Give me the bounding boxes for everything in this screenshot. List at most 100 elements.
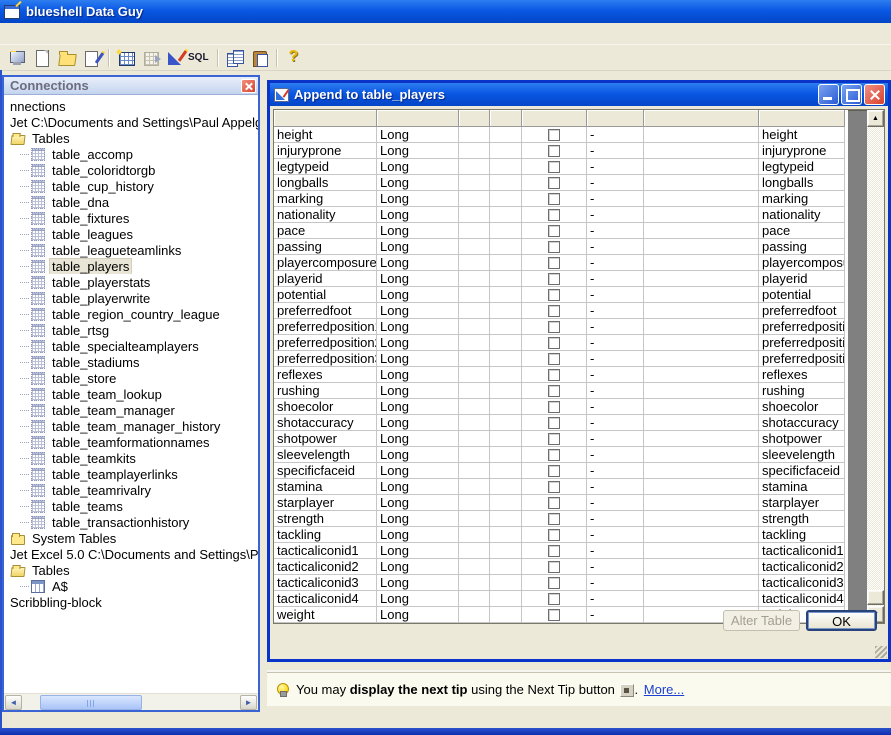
tree-item[interactable]: table_teamplayerlinks [4,466,258,482]
tree-item[interactable]: table_fixtures [4,210,258,226]
table-row[interactable]: preferredfoot Long - preferredfoot [274,303,848,319]
table-row[interactable]: potential Long - potential [274,287,848,303]
panel-close-icon[interactable] [241,79,256,93]
grid-column-header[interactable] [522,110,587,127]
table-row[interactable]: shotpower Long - shotpower [274,431,848,447]
nullable-checkbox[interactable] [548,545,560,557]
table-row[interactable]: sleevelength Long - sleevelength [274,447,848,463]
nullable-checkbox[interactable] [548,209,560,221]
tree-item[interactable]: table_teamformationnames [4,434,258,450]
horizontal-scrollbar-thumb[interactable] [40,695,142,710]
table-row[interactable]: tacticaliconid2 Long - tacticaliconid2 [274,559,848,575]
more-link[interactable]: More... [644,682,684,697]
tree-item[interactable]: table_teams [4,498,258,514]
nullable-checkbox[interactable] [548,289,560,301]
table-row[interactable]: tacticaliconid1 Long - tacticaliconid1 [274,543,848,559]
menu-item[interactable] [84,32,100,36]
table-row[interactable]: rushing Long - rushing [274,383,848,399]
grid-column-header[interactable] [759,110,845,127]
tree-item[interactable]: table_cup_history [4,178,258,194]
table-row[interactable]: preferredposition3 Long - preferredposit… [274,351,848,367]
toolbar-button[interactable] [272,47,281,69]
table-row[interactable]: preferredposition2 Long - preferredposit… [274,335,848,351]
nullable-checkbox[interactable] [548,577,560,589]
tree-item[interactable]: table_leagues [4,226,258,242]
toolbar-button[interactable] [104,47,113,69]
vertical-scrollbar[interactable]: ▲ ▼ [867,110,884,623]
table-row[interactable]: height Long - height [274,127,848,143]
tree-item[interactable]: Tables [4,562,258,578]
table-row[interactable]: nationality Long - nationality [274,207,848,223]
menu-item[interactable] [20,32,36,36]
table-row[interactable]: stamina Long - stamina [274,479,848,495]
table-row[interactable]: specificfaceid Long - specificfaceid [274,463,848,479]
resize-grip[interactable] [875,646,887,658]
toolbar-button[interactable] [163,47,188,69]
table-row[interactable]: tackling Long - tackling [274,527,848,543]
next-tip-mini-button[interactable] [620,684,634,697]
nullable-checkbox[interactable] [548,337,560,349]
tree-item[interactable]: Scribbling-block [4,594,258,610]
tree-item[interactable]: table_teamkits [4,450,258,466]
grid-column-header[interactable] [644,110,759,127]
grid-column-header[interactable] [459,110,490,127]
menu-item[interactable] [4,32,20,36]
tree-item[interactable]: table_stadiums [4,354,258,370]
toolbar-button[interactable] [29,47,54,69]
nullable-checkbox[interactable] [548,177,560,189]
close-button[interactable] [864,84,885,105]
grid-column-header[interactable] [274,110,377,127]
menu-item[interactable] [36,32,52,36]
tree-item[interactable]: Jet Excel 5.0 C:\Documents and Settings\… [4,546,258,562]
nullable-checkbox[interactable] [548,513,560,525]
nullable-checkbox[interactable] [548,529,560,541]
nullable-checkbox[interactable] [548,161,560,173]
table-row[interactable]: reflexes Long - reflexes [274,367,848,383]
tree-item[interactable]: table_specialteamplayers [4,338,258,354]
toolbar-button[interactable] [188,47,213,69]
grid-column-header[interactable] [490,110,522,127]
tree-item[interactable]: table_players [4,258,258,274]
nullable-checkbox[interactable] [548,353,560,365]
ok-button[interactable]: OK [806,610,877,631]
tree-item[interactable]: table_rtsg [4,322,258,338]
toolbar-button[interactable] [213,47,222,69]
tree-item[interactable]: table_team_manager_history [4,418,258,434]
nullable-checkbox[interactable] [548,145,560,157]
nullable-checkbox[interactable] [548,497,560,509]
table-row[interactable]: passing Long - passing [274,239,848,255]
table-row[interactable]: shoecolor Long - shoecolor [274,399,848,415]
tree-item[interactable]: table_playerwrite [4,290,258,306]
table-row[interactable]: legtypeid Long - legtypeid [274,159,848,175]
table-row[interactable]: playercomposure Long - playercomposure [274,255,848,271]
minimize-button[interactable] [818,84,839,105]
table-row[interactable]: strength Long - strength [274,511,848,527]
nullable-checkbox[interactable] [548,369,560,381]
toolbar-button[interactable] [247,47,272,69]
menu-item[interactable] [52,32,68,36]
nullable-checkbox[interactable] [548,241,560,253]
tree-item[interactable]: Jet C:\Documents and Settings\Paul Appel… [4,114,258,130]
nullable-checkbox[interactable] [548,417,560,429]
nullable-checkbox[interactable] [548,193,560,205]
tree-item[interactable]: table_team_lookup [4,386,258,402]
tree-item[interactable]: nnections [4,98,258,114]
nullable-checkbox[interactable] [548,561,560,573]
tree-item[interactable]: table_store [4,370,258,386]
nullable-checkbox[interactable] [548,609,560,621]
nullable-checkbox[interactable] [548,449,560,461]
toolbar-button[interactable] [138,47,163,69]
tree-item[interactable]: table_team_manager [4,402,258,418]
table-row[interactable]: tacticaliconid4 Long - tacticaliconid4 [274,591,848,607]
nullable-checkbox[interactable] [548,225,560,237]
tree-item[interactable]: table_teamrivalry [4,482,258,498]
grid-column-header[interactable] [377,110,459,127]
nullable-checkbox[interactable] [548,273,560,285]
table-row[interactable]: marking Long - marking [274,191,848,207]
nullable-checkbox[interactable] [548,321,560,333]
scroll-left-icon[interactable]: ◄ [5,695,22,710]
tree-item[interactable]: table_coloridtorgb [4,162,258,178]
table-row[interactable]: shotaccuracy Long - shotaccuracy [274,415,848,431]
tree-item[interactable]: table_transactionhistory [4,514,258,530]
toolbar-button[interactable] [281,47,306,69]
